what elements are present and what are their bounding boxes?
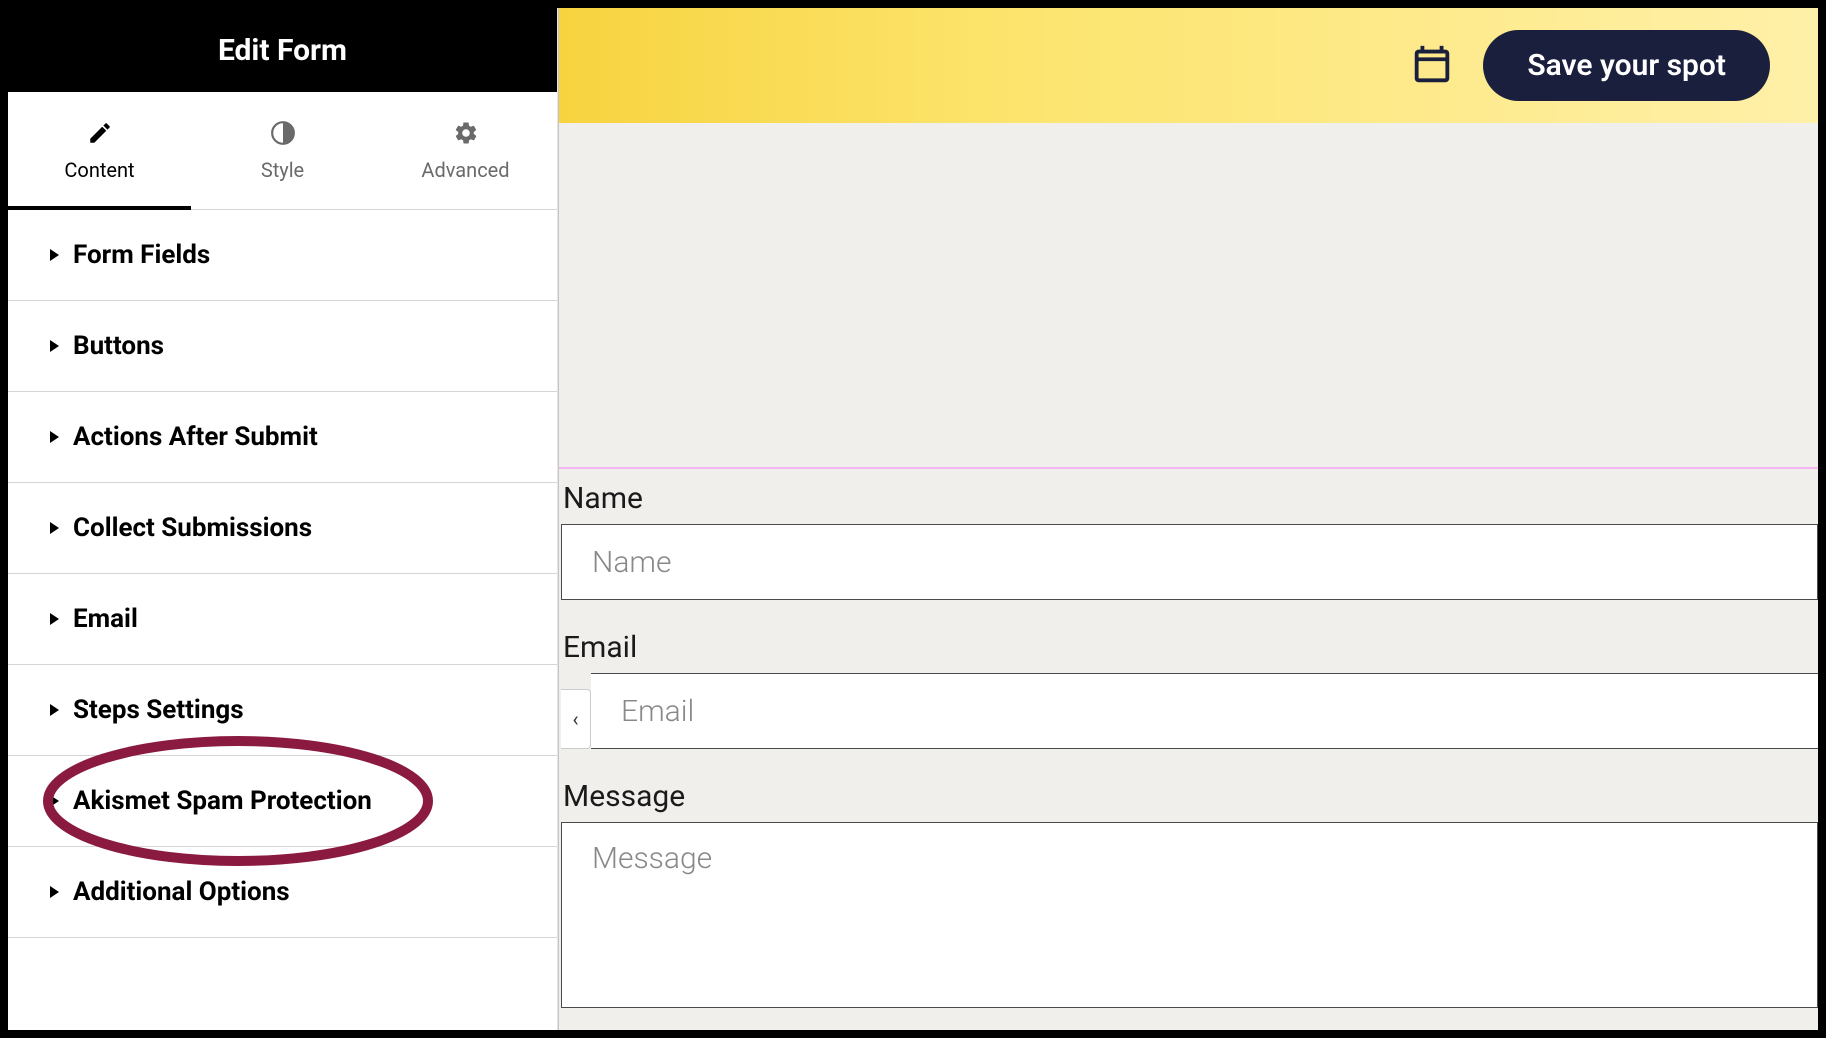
email-label: Email: [561, 626, 1818, 673]
caret-right-icon: [50, 886, 59, 898]
tab-label: Advanced: [421, 158, 509, 182]
gear-icon: [453, 120, 479, 146]
save-your-spot-button[interactable]: Save your spot: [1483, 30, 1770, 101]
section-email[interactable]: Email: [8, 574, 557, 665]
field-name: Name: [561, 469, 1818, 618]
message-input[interactable]: [561, 822, 1818, 1008]
sidebar-title: Edit Form: [8, 8, 557, 92]
caret-right-icon: [50, 704, 59, 716]
caret-right-icon: [50, 613, 59, 625]
caret-right-icon: [50, 795, 59, 807]
email-input[interactable]: [591, 673, 1818, 749]
tab-content[interactable]: Content: [8, 92, 191, 209]
sidebar-sections: Form Fields Buttons Actions After Submit…: [8, 210, 557, 1030]
section-akismet-spam-protection[interactable]: Akismet Spam Protection: [8, 756, 557, 847]
name-label: Name: [561, 477, 1818, 524]
form-preview: Name Email ‹ Message: [559, 469, 1818, 1030]
section-label: Steps Settings: [73, 695, 244, 725]
section-label: Form Fields: [73, 240, 210, 270]
sidebar: Edit Form Content Style: [8, 8, 558, 1030]
collapse-sidebar-handle[interactable]: ‹: [561, 689, 591, 749]
section-form-fields[interactable]: Form Fields: [8, 210, 557, 301]
preview-topbar: Save your spot: [559, 8, 1818, 123]
sidebar-tabs: Content Style Advanced: [8, 92, 557, 210]
section-additional-options[interactable]: Additional Options: [8, 847, 557, 938]
message-label: Message: [561, 775, 1818, 822]
section-label: Additional Options: [73, 877, 290, 907]
section-collect-submissions[interactable]: Collect Submissions: [8, 483, 557, 574]
section-actions-after-submit[interactable]: Actions After Submit: [8, 392, 557, 483]
section-label: Buttons: [73, 331, 164, 361]
caret-right-icon: [50, 249, 59, 261]
field-message: Message: [561, 767, 1818, 1030]
caret-right-icon: [50, 340, 59, 352]
section-buttons[interactable]: Buttons: [8, 301, 557, 392]
pencil-icon: [87, 120, 113, 146]
tab-style[interactable]: Style: [191, 92, 374, 209]
calendar-icon: [1409, 42, 1455, 88]
caret-right-icon: [50, 431, 59, 443]
section-steps-settings[interactable]: Steps Settings: [8, 665, 557, 756]
caret-right-icon: [50, 522, 59, 534]
tab-label: Content: [64, 158, 134, 182]
section-label: Actions After Submit: [73, 422, 318, 452]
empty-area: [559, 123, 1818, 467]
half-circle-icon: [270, 120, 296, 146]
tab-advanced[interactable]: Advanced: [374, 92, 557, 209]
section-label: Akismet Spam Protection: [73, 786, 372, 816]
field-email: Email ‹: [561, 618, 1818, 767]
section-label: Email: [73, 604, 138, 634]
section-label: Collect Submissions: [73, 513, 312, 543]
name-input[interactable]: [561, 524, 1818, 600]
tab-label: Style: [261, 158, 304, 182]
preview-canvas: Save your spot Name Email ‹: [558, 8, 1818, 1030]
